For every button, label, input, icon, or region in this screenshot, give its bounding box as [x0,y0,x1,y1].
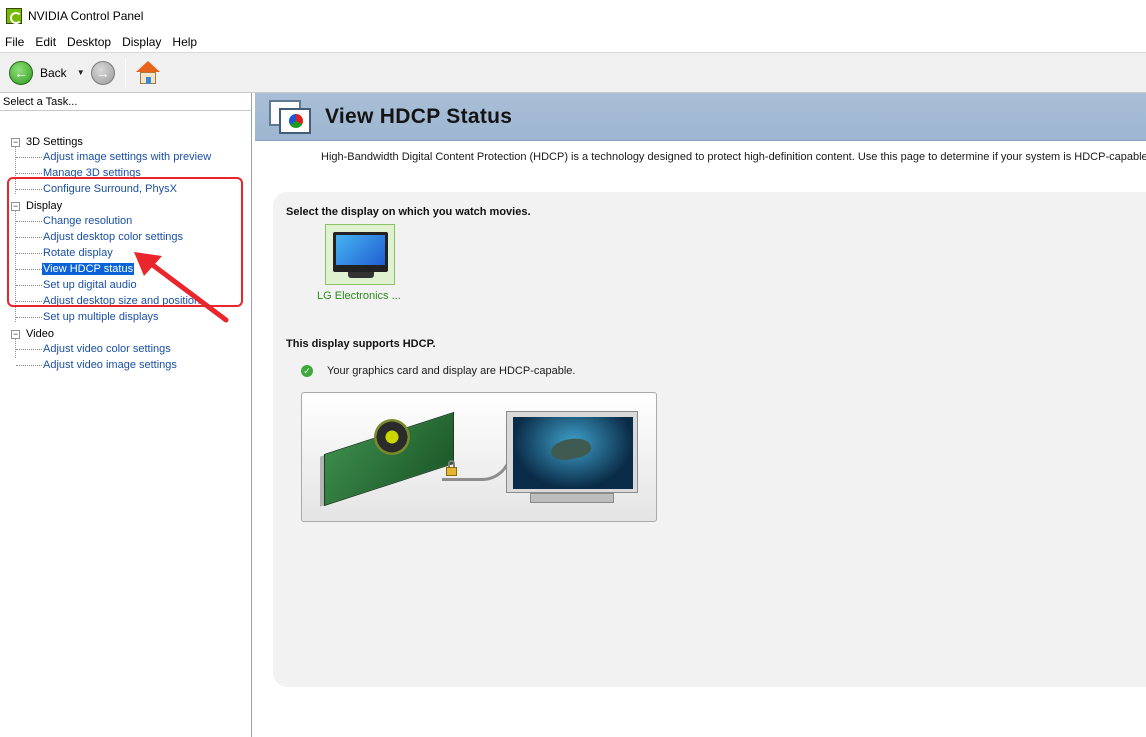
tree-item-view-hdcp-status[interactable]: View HDCP status [16,261,135,277]
tree-item-label: Adjust image settings with preview [43,151,212,163]
tv-stand-icon [530,493,614,503]
tree-group-label: 3D Settings [26,136,83,148]
hdcp-illustration [301,392,657,522]
hdcp-support-label: This display supports HDCP. [286,338,436,350]
lock-body-icon [446,467,457,476]
back-arrow-icon[interactable]: ← [9,60,33,85]
tree-item-label-selected: View HDCP status [42,263,135,275]
tree-group-3d-settings[interactable]: − 3D Settings [11,134,83,150]
display-name[interactable]: LG Electronics ... [317,290,401,302]
tree-item-label: Rotate display [43,247,113,259]
title-bar: NVIDIA Control Panel [0,0,1146,31]
main-content: View HDCP Status High-Bandwidth Digital … [255,93,1146,737]
tree-item-label: Set up digital audio [43,279,137,291]
menu-edit[interactable]: Edit [30,35,62,49]
menu-file[interactable]: File [0,35,30,49]
page-header: View HDCP Status [255,93,1146,141]
sidebar-header: Select a Task... [0,93,251,111]
tree-item-adjust-image-settings[interactable]: Adjust image settings with preview [16,149,212,165]
back-history-dropdown-icon[interactable]: ▼ [77,68,85,77]
display-settings-icon [269,98,315,136]
tree-item-label: Set up multiple displays [43,311,159,323]
toolbar: ← Back ▼ → [0,52,1146,93]
tree-group-display[interactable]: − Display [11,198,62,214]
gpu-fan-icon [374,419,410,455]
back-button[interactable]: Back [40,66,67,80]
menu-display[interactable]: Display [117,35,167,49]
collapse-icon[interactable]: − [11,137,20,147]
tree-item-manage-3d-settings[interactable]: Manage 3D settings [16,165,142,181]
tree-item-adjust-desktop-color[interactable]: Adjust desktop color settings [16,229,184,245]
home-icon[interactable] [135,60,160,85]
tree-item-label: Adjust desktop size and position [43,295,201,307]
hdcp-panel: Select the display on which you watch mo… [273,192,1146,687]
tree-group-video[interactable]: − Video [11,326,54,342]
tree-item-label: Change resolution [43,215,133,227]
tree-item-multiple-displays[interactable]: Set up multiple displays [16,309,160,325]
tree-item-configure-surround[interactable]: Configure Surround, PhysX [16,181,178,197]
menu-bar: File Edit Desktop Display Help [0,31,1146,52]
sea-turtle-icon [549,435,593,463]
toolbar-separator [124,57,126,88]
tree-item-rotate-display[interactable]: Rotate display [16,245,114,261]
collapse-icon[interactable]: − [11,329,20,339]
hdcp-capable-text: Your graphics card and display are HDCP-… [327,365,576,377]
collapse-icon[interactable]: − [11,201,20,211]
tree-group-label: Video [26,328,54,340]
checkmark-icon: ✓ [301,365,313,377]
tree-item-digital-audio[interactable]: Set up digital audio [16,277,138,293]
menu-help[interactable]: Help [167,35,203,49]
page-title: View HDCP Status [325,104,513,128]
nvidia-logo-icon [6,7,22,24]
tree-item-label: Adjust video color settings [43,343,171,355]
tree-item-label: Adjust desktop color settings [43,231,184,243]
tree-item-change-resolution[interactable]: Change resolution [16,213,133,229]
display-tile-lg[interactable] [325,224,395,285]
monitor-icon [333,232,388,272]
tree-item-label: Configure Surround, PhysX [43,183,177,195]
tv-icon [506,411,638,493]
tree-group-label: Display [26,200,63,212]
window-title: NVIDIA Control Panel [28,8,144,23]
task-sidebar: Select a Task... − 3D Settings Adjust im… [0,93,252,737]
tree-item-desktop-size[interactable]: Adjust desktop size and position [16,293,201,309]
forward-arrow-icon[interactable]: → [90,60,115,85]
menu-desktop[interactable]: Desktop [62,35,117,49]
tree-item-video-image[interactable]: Adjust video image settings [16,357,178,373]
tree-item-label: Adjust video image settings [43,359,177,371]
select-display-label: Select the display on which you watch mo… [286,206,531,218]
tree-item-label: Manage 3D settings [43,167,141,179]
tree-item-video-color[interactable]: Adjust video color settings [16,341,172,357]
page-description: High-Bandwidth Digital Content Protectio… [321,151,1146,163]
